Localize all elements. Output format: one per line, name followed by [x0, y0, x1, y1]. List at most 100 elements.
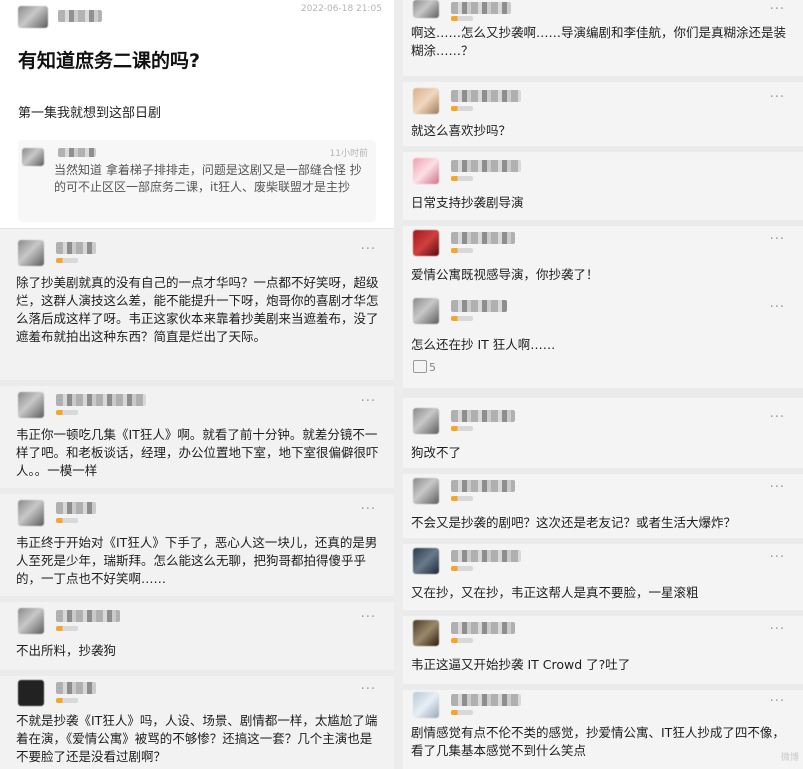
comment-text: 不会又是抄袭的剧吧？这次还是老友记？或者生活大爆炸？ [411, 515, 737, 530]
avatar[interactable] [18, 608, 44, 634]
reply-text: 当然知道 拿着梯子排排走，问题是这剧又是一部缝合怪 抄的可不止区区一部庶务二课，… [54, 163, 362, 194]
username-blurred[interactable] [451, 300, 507, 312]
comment-text: 韦正你一顿吃几集《IT狂人》啊。就看了前十分钟。就差分镜不一样了吧。和老板谈话，… [16, 427, 379, 478]
more-options-icon[interactable]: ··· [361, 242, 376, 257]
username-blurred[interactable] [58, 148, 96, 157]
user-badge [451, 426, 473, 431]
avatar[interactable] [18, 240, 44, 266]
comment-item: 日常支持抄袭剧导演 [403, 152, 803, 220]
avatar[interactable] [18, 680, 44, 706]
comment-text: 怎么还在抄 IT 狂人啊…… [411, 337, 556, 352]
thumbs-up-icon [413, 360, 427, 373]
comment-text: 狗改不了 [411, 445, 462, 460]
like-count: 5 [429, 361, 436, 374]
more-options-icon[interactable]: ··· [770, 90, 785, 105]
more-options-icon[interactable]: ··· [361, 502, 376, 517]
comment-text: 剧情感觉有点不伦不类的感觉，抄爱情公寓、IT狂人抄成了四不像，看了几集基本感觉不… [411, 725, 785, 758]
username-blurred[interactable] [451, 160, 521, 172]
username-blurred[interactable] [451, 550, 521, 562]
more-options-icon[interactable]: ··· [361, 394, 376, 409]
more-options-icon[interactable]: ··· [770, 694, 785, 709]
comment-text: 韦正终于开始对《IT狂人》下手了，恶心人这一块儿，还真的是男人至死是少年，瑞斯拜… [16, 535, 378, 586]
comment-item: ··· 不出所料，抄袭狗 [0, 602, 394, 670]
watermark: 微博 [780, 753, 799, 763]
post-card: 2022-06-18 21:05 有知道庶务二课的吗? 第一集我就想到这部日剧 … [0, 0, 394, 229]
avatar[interactable] [18, 392, 44, 418]
username-blurred[interactable] [56, 682, 96, 694]
user-badge [451, 496, 473, 501]
user-badge [451, 176, 473, 181]
more-options-icon[interactable]: ··· [361, 610, 376, 625]
comment-item: ··· 不就是抄袭《IT狂人》吗，人设、场景、剧情都一样，太尴尬了端着在演，《爱… [0, 676, 394, 769]
post-timestamp: 2022-06-18 21:05 [300, 4, 382, 14]
username-blurred[interactable] [56, 610, 120, 622]
avatar[interactable] [413, 230, 439, 256]
right-screenshot: ··· 啊这……怎么又抄袭啊……导演编剧和李佳航，你们是真糊涂还是装糊涂……？ … [403, 0, 803, 769]
avatar[interactable] [413, 620, 439, 646]
comment-text: 就这么喜欢抄吗？ [411, 123, 512, 138]
avatar[interactable] [413, 548, 439, 574]
divider [403, 388, 803, 398]
username-blurred[interactable] [451, 232, 515, 244]
comment-text: 又在抄，又在抄，韦正这帮人是真不要脸，一星滚粗 [411, 585, 699, 600]
avatar[interactable] [413, 88, 439, 114]
username-blurred[interactable] [56, 502, 96, 514]
user-badge [451, 16, 473, 21]
username-blurred[interactable] [58, 10, 102, 22]
avatar[interactable] [413, 408, 439, 434]
comment-item: ··· 啊这……怎么又抄袭啊……导演编剧和李佳航，你们是真糊涂还是装糊涂……？ [403, 0, 803, 76]
username-blurred[interactable] [451, 410, 515, 422]
username-blurred[interactable] [451, 622, 515, 634]
username-blurred[interactable] [451, 694, 521, 706]
comment-item: ··· 就这么喜欢抄吗？ [403, 82, 803, 146]
more-options-icon[interactable]: ··· [361, 682, 376, 697]
user-badge [451, 106, 473, 111]
username-blurred[interactable] [451, 480, 515, 492]
comment-item: ··· 爱情公寓既视感导演，你抄袭了！ [403, 226, 803, 292]
avatar[interactable] [413, 478, 439, 504]
user-badge [451, 710, 473, 715]
reply-time: 11小时前 [329, 149, 368, 159]
like-button[interactable]: 5 [413, 360, 436, 374]
comment-item: ··· 韦正终于开始对《IT狂人》下手了，恶心人这一块儿，还真的是男人至死是少年… [0, 494, 394, 596]
comment-item: ··· 又在抄，又在抄，韦正这帮人是真不要脸，一星滚粗 [403, 544, 803, 610]
user-badge [56, 518, 78, 523]
more-options-icon[interactable]: ··· [770, 232, 785, 247]
more-options-icon[interactable]: ··· [770, 410, 785, 425]
comment-text: 韦正这逼又开始抄袭 IT Crowd 了?吐了 [411, 657, 631, 672]
reply-box[interactable]: 11小时前 当然知道 拿着梯子排排走，问题是这剧又是一部缝合怪 抄的可不止区区一… [18, 140, 376, 222]
user-badge [56, 698, 78, 703]
comment-item: ··· 狗改不了 [403, 402, 803, 468]
username-blurred[interactable] [56, 242, 96, 254]
avatar[interactable] [18, 500, 44, 526]
username-blurred[interactable] [451, 90, 521, 102]
comment-text: 爱情公寓既视感导演，你抄袭了！ [411, 267, 599, 282]
user-badge [56, 410, 78, 415]
comment-text: 日常支持抄袭剧导演 [411, 195, 524, 210]
username-blurred[interactable] [451, 2, 511, 14]
more-options-icon[interactable]: ··· [770, 480, 785, 495]
more-options-icon[interactable]: ··· [770, 2, 785, 17]
user-badge [56, 626, 78, 631]
comment-item: ··· 除了抄美剧就真的没有自己的一点才华吗？一点都不好笑呀，超级烂，这群人演技… [0, 232, 394, 380]
more-options-icon[interactable]: ··· [770, 300, 785, 315]
more-options-icon[interactable]: ··· [770, 622, 785, 637]
user-badge [451, 248, 473, 253]
avatar[interactable] [18, 6, 48, 28]
more-options-icon[interactable]: ··· [770, 550, 785, 565]
avatar[interactable] [413, 298, 439, 324]
comment-item: ··· 韦正这逼又开始抄袭 IT Crowd 了?吐了 [403, 616, 803, 684]
avatar[interactable] [413, 0, 439, 18]
avatar[interactable] [413, 158, 439, 184]
username-blurred[interactable] [56, 394, 146, 406]
user-badge [451, 638, 473, 643]
post-body: 第一集我就想到这部日剧 [18, 106, 162, 121]
comment-item: ··· 韦正你一顿吃几集《IT狂人》啊。就看了前十分钟。就差分镜不一样了吧。和老… [0, 386, 394, 488]
user-badge [56, 258, 78, 263]
user-badge [451, 316, 473, 321]
comment-item: ··· 不会又是抄袭的剧吧？这次还是老友记？或者生活大爆炸？ [403, 474, 803, 538]
avatar[interactable] [413, 692, 439, 718]
avatar[interactable] [22, 148, 44, 166]
user-badge [451, 566, 473, 571]
comment-text: 除了抄美剧就真的没有自己的一点才华吗？一点都不好笑呀，超级烂，这群人演技这么差，… [16, 275, 379, 344]
